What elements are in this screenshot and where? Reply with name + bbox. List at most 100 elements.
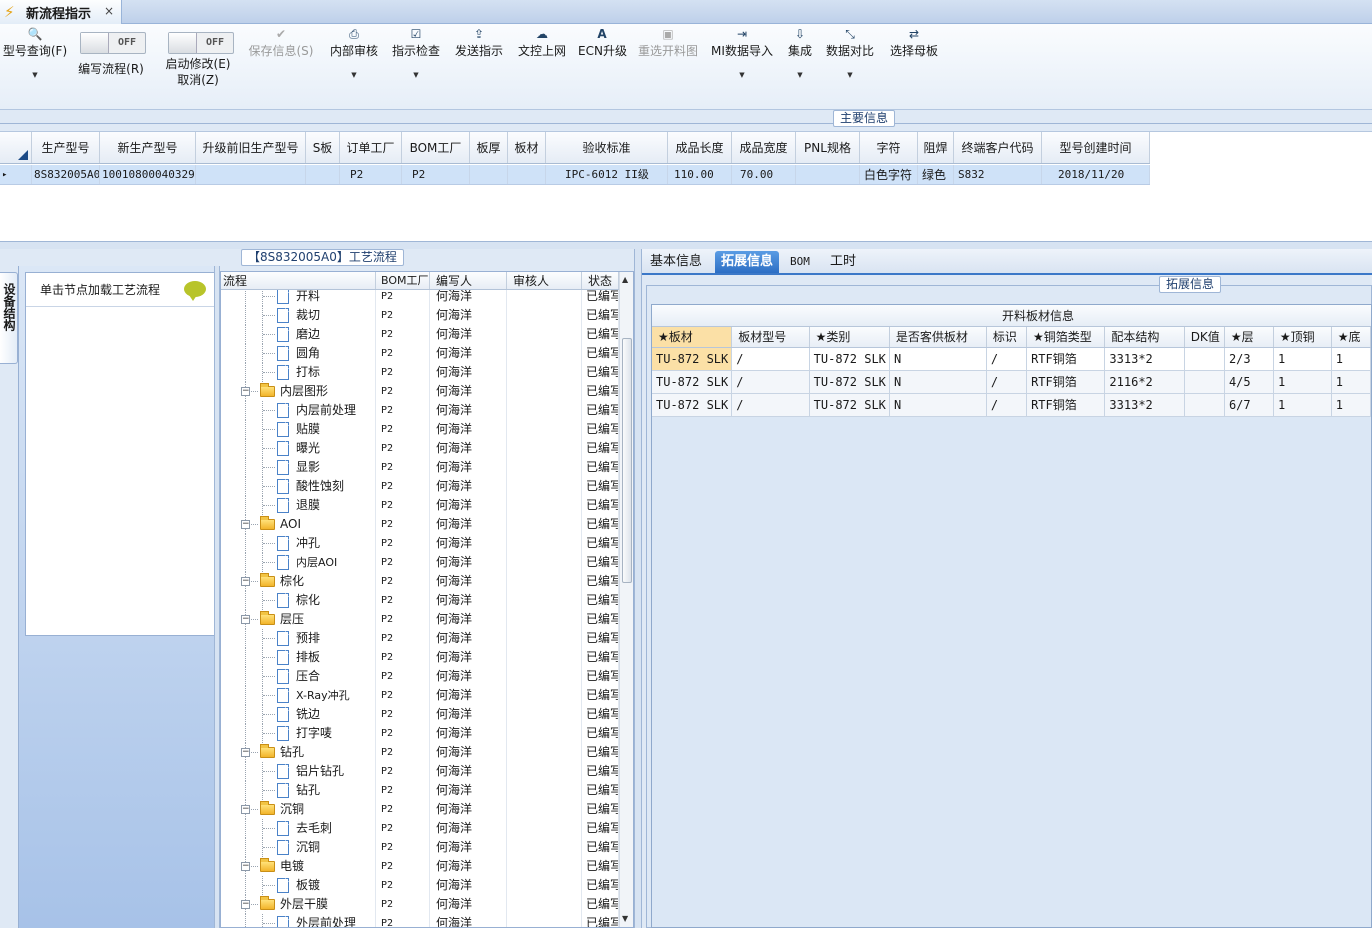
col-header[interactable]: 型号创建时间 — [1042, 132, 1150, 163]
factory-cell[interactable]: P2 — [376, 876, 430, 895]
cell[interactable]: N — [890, 394, 987, 416]
author-cell[interactable]: 何海洋 — [430, 477, 507, 496]
reviewer-cell[interactable] — [507, 762, 582, 781]
status-cell[interactable]: 已编写 — [582, 591, 619, 610]
cell[interactable]: 6/7 — [1225, 394, 1274, 416]
tree-node[interactable]: − 外层干膜 — [221, 895, 376, 914]
reviewer-cell[interactable] — [507, 325, 582, 344]
factory-cell[interactable]: P2 — [376, 819, 430, 838]
status-cell[interactable]: 已编写 — [582, 629, 619, 648]
cell[interactable]: TU-872 SLK — [652, 371, 733, 393]
cell[interactable] — [196, 165, 306, 184]
reviewer-cell[interactable] — [507, 667, 582, 686]
tree-node[interactable]: 铝片钻孔 — [221, 762, 376, 781]
factory-cell[interactable]: P2 — [376, 534, 430, 553]
tree-row[interactable]: − 内层图形 P2 何海洋 已编写 — [221, 382, 619, 401]
factory-cell[interactable]: P2 — [376, 667, 430, 686]
col-header[interactable]: ★类别 — [810, 327, 890, 347]
reviewer-cell[interactable] — [507, 458, 582, 477]
reviewer-cell[interactable] — [507, 781, 582, 800]
reviewer-cell[interactable] — [507, 496, 582, 515]
tree-row[interactable]: 外层前处理 P2 何海洋 已编写 — [221, 914, 619, 927]
col-header[interactable]: 配本结构 — [1105, 327, 1185, 347]
tree-node[interactable]: 预排 — [221, 629, 376, 648]
status-cell[interactable]: 已编写 — [582, 857, 619, 876]
factory-cell[interactable]: P2 — [376, 572, 430, 591]
author-cell[interactable]: 何海洋 — [430, 838, 507, 857]
tree-node[interactable]: X-Ray冲孔 — [221, 686, 376, 705]
chevron-down-icon[interactable]: ▼ — [710, 71, 774, 79]
reviewer-cell[interactable] — [507, 553, 582, 572]
status-cell[interactable]: 已编写 — [582, 724, 619, 743]
collapse-toggle-icon[interactable]: − — [241, 748, 250, 757]
reviewer-cell[interactable] — [507, 439, 582, 458]
col-header[interactable]: 审核人 — [507, 272, 582, 289]
col-header[interactable]: 成品长度 — [668, 132, 732, 163]
status-cell[interactable]: 已编写 — [582, 762, 619, 781]
tree-row[interactable]: − 电镀 P2 何海洋 已编写 — [221, 857, 619, 876]
tab-bom[interactable]: BOM — [784, 251, 816, 273]
col-header[interactable]: BOM工厂 — [402, 132, 470, 163]
author-cell[interactable]: 何海洋 — [430, 439, 507, 458]
author-cell[interactable]: 何海洋 — [430, 458, 507, 477]
col-header[interactable]: S板 — [306, 132, 340, 163]
factory-cell[interactable]: P2 — [376, 724, 430, 743]
status-cell[interactable]: 已编写 — [582, 363, 619, 382]
table-row[interactable]: ▸ 8S832005A0 10010800040329 P2 P2 IPC-60… — [0, 165, 1150, 185]
cell[interactable]: 1 — [1274, 394, 1332, 416]
cell[interactable] — [796, 165, 860, 184]
reviewer-cell[interactable] — [507, 591, 582, 610]
chevron-down-icon[interactable]: ▼ — [0, 71, 70, 79]
tree-row[interactable]: 沉铜 P2 何海洋 已编写 — [221, 838, 619, 857]
author-cell[interactable]: 何海洋 — [430, 895, 507, 914]
col-header[interactable]: 流程 — [221, 272, 376, 289]
cell[interactable]: RTF铜箔 — [1027, 394, 1106, 416]
reviewer-cell[interactable] — [507, 857, 582, 876]
status-cell[interactable]: 已编写 — [582, 515, 619, 534]
reviewer-cell[interactable] — [507, 306, 582, 325]
factory-cell[interactable]: P2 — [376, 458, 430, 477]
author-cell[interactable]: 何海洋 — [430, 572, 507, 591]
cell[interactable]: 8S832005A0 — [32, 165, 100, 184]
tree-node[interactable]: − 沉铜 — [221, 800, 376, 819]
col-header[interactable]: ★底 — [1332, 327, 1371, 347]
chevron-down-icon[interactable]: ▼ — [328, 71, 380, 79]
tree-node[interactable]: 裁切 — [221, 306, 376, 325]
tree-node[interactable]: 内层前处理 — [221, 401, 376, 420]
author-cell[interactable]: 何海洋 — [430, 781, 507, 800]
tree-row[interactable]: 内层AOI P2 何海洋 已编写 — [221, 553, 619, 572]
tree-row[interactable]: − 钻孔 P2 何海洋 已编写 — [221, 743, 619, 762]
tree-row[interactable]: 预排 P2 何海洋 已编写 — [221, 629, 619, 648]
status-cell[interactable]: 已编写 — [582, 477, 619, 496]
factory-cell[interactable]: P2 — [376, 914, 430, 927]
tree-node[interactable]: 贴膜 — [221, 420, 376, 439]
start-edit-switch[interactable]: OFF — [168, 32, 234, 54]
status-cell[interactable]: 已编写 — [582, 838, 619, 857]
col-header[interactable]: PNL规格 — [796, 132, 860, 163]
col-header[interactable]: 升级前旧生产型号 — [196, 132, 306, 163]
tree-node[interactable]: − 层压 — [221, 610, 376, 629]
tree-node[interactable]: 钻孔 — [221, 781, 376, 800]
tree-node[interactable]: 显影 — [221, 458, 376, 477]
doc-control-online-button[interactable]: ☁ 文控上网 — [516, 24, 568, 110]
factory-cell[interactable]: P2 — [376, 363, 430, 382]
col-header[interactable]: 板厚 — [470, 132, 508, 163]
cell[interactable]: 3313*2 — [1105, 348, 1185, 370]
author-cell[interactable]: 何海洋 — [430, 629, 507, 648]
factory-cell[interactable]: P2 — [376, 781, 430, 800]
cell[interactable]: TU-872 SLK — [810, 394, 890, 416]
tree-row[interactable]: 内层前处理 P2 何海洋 已编写 — [221, 401, 619, 420]
status-cell[interactable]: 已编写 — [582, 458, 619, 477]
factory-cell[interactable]: P2 — [376, 629, 430, 648]
tree-node[interactable]: 打字唛 — [221, 724, 376, 743]
tree-node[interactable]: 打标 — [221, 363, 376, 382]
status-cell[interactable]: 已编写 — [582, 439, 619, 458]
col-header[interactable]: 状态 — [582, 272, 619, 289]
author-cell[interactable]: 何海洋 — [430, 705, 507, 724]
author-cell[interactable]: 何海洋 — [430, 819, 507, 838]
status-cell[interactable]: 已编写 — [582, 420, 619, 439]
factory-cell[interactable]: P2 — [376, 496, 430, 515]
tree-node[interactable]: 曝光 — [221, 439, 376, 458]
mi-data-import-button[interactable]: ⇥ MI数据导入 ▼ — [710, 24, 774, 110]
tree-row[interactable]: 贴膜 P2 何海洋 已编写 — [221, 420, 619, 439]
